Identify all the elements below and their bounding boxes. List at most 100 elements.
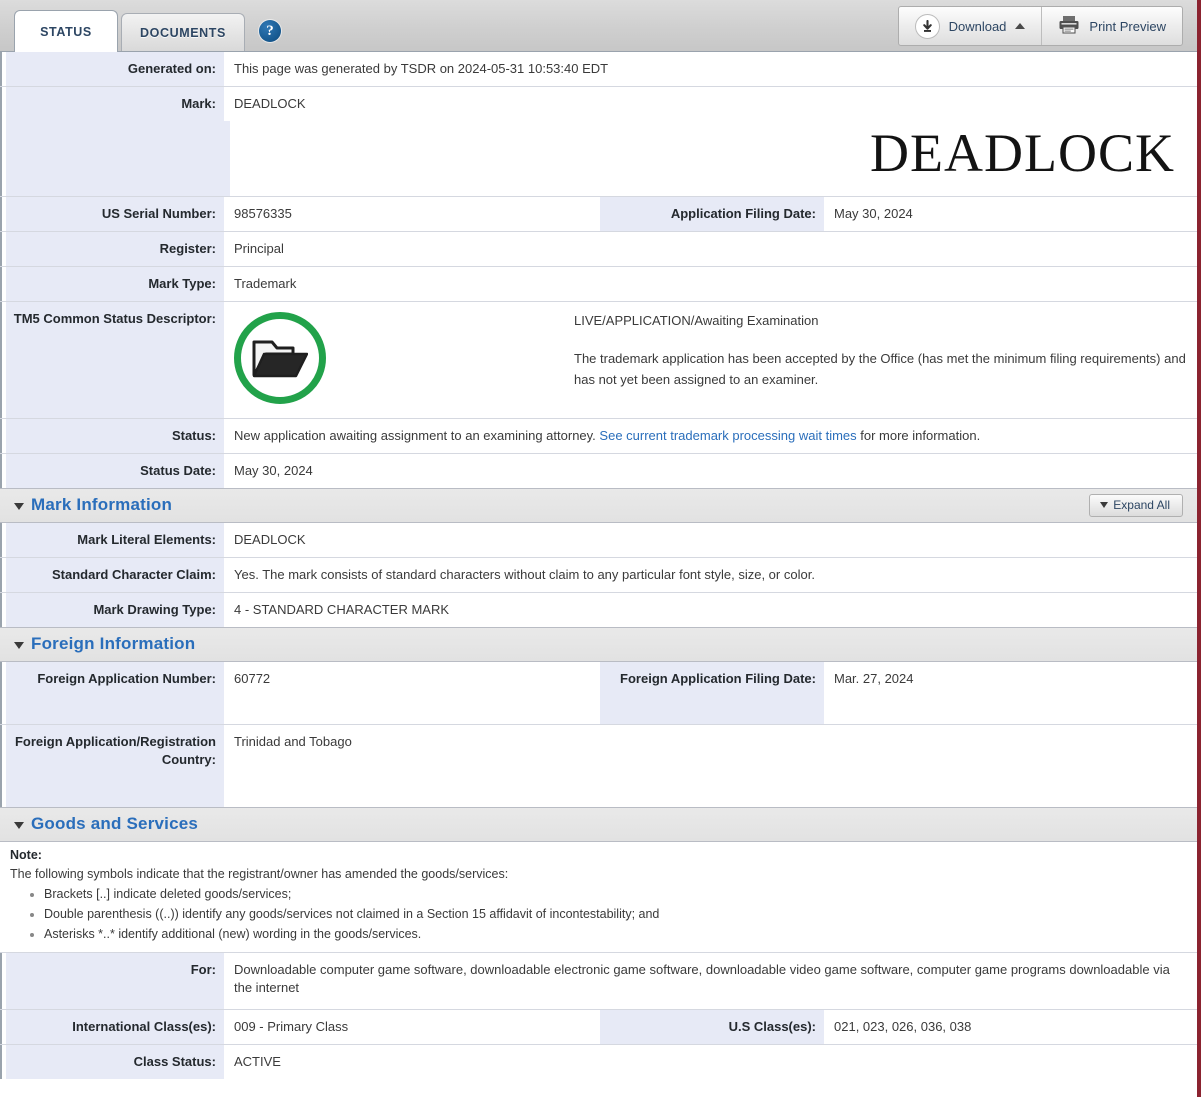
row-for: For: Downloadable computer game software… xyxy=(0,952,1197,1010)
section-foreign-information-title: Foreign Information xyxy=(31,633,196,653)
us-class-value: 021, 023, 026, 036, 038 xyxy=(824,1009,1197,1044)
mark-label: Mark: xyxy=(0,87,224,121)
tm5-value: LIVE/APPLICATION/Awaiting Examination Th… xyxy=(224,301,1197,418)
row-classes: International Class(es): 009 - Primary C… xyxy=(0,1009,1197,1045)
foreign-application-number-group: Foreign Application Number: 60772 xyxy=(0,661,600,724)
list-item: Double parenthesis ((..)) identify any g… xyxy=(44,904,1187,924)
mark-type-label: Mark Type: xyxy=(0,266,224,301)
row-mark: Mark: DEADLOCK xyxy=(0,87,1197,121)
print-preview-button[interactable]: Print Preview xyxy=(1041,7,1182,45)
row-mark-drawing-type: Mark Drawing Type: 4 - STANDARD CHARACTE… xyxy=(0,592,1197,627)
note-title: Note: xyxy=(10,847,42,862)
mark-information-fields: Mark Literal Elements: DEADLOCK Standard… xyxy=(0,522,1197,627)
row-status-date: Status Date: May 30, 2024 xyxy=(0,453,1197,488)
tab-status-label: STATUS xyxy=(40,24,92,39)
mark-drawing-type-label: Mark Drawing Type: xyxy=(0,592,224,627)
international-class-label: International Class(es): xyxy=(0,1009,224,1044)
list-item: Asterisks *..* identify additional (new)… xyxy=(44,924,1187,944)
register-value: Principal xyxy=(224,231,1197,266)
mark-image-label-spacer xyxy=(0,121,230,196)
list-item: Brackets [..] indicate deleted goods/ser… xyxy=(44,884,1187,904)
download-label: Download xyxy=(948,18,1007,34)
tm5-text: LIVE/APPLICATION/Awaiting Examination Th… xyxy=(574,310,1187,404)
foreign-information-fields: Foreign Application Number: 60772 Foreig… xyxy=(0,661,1197,807)
status-label: Status: xyxy=(0,418,224,453)
help-icon[interactable]: ? xyxy=(258,20,281,42)
serial-number-group: US Serial Number: 98576335 xyxy=(0,196,600,231)
mark-value: DEADLOCK xyxy=(224,87,1197,121)
row-mark-image: DEADLOCK xyxy=(0,121,1197,197)
foreign-application-filing-date-label: Foreign Application Filing Date: xyxy=(600,661,824,724)
row-class-status: Class Status: ACTIVE xyxy=(0,1044,1197,1079)
tm5-label: TM5 Common Status Descriptor: xyxy=(0,301,224,418)
row-foreign-country: Foreign Application/Registration Country… xyxy=(0,724,1197,807)
international-class-group: International Class(es): 009 - Primary C… xyxy=(0,1009,600,1044)
section-mark-information-title: Mark Information xyxy=(31,494,173,514)
status-text-post: for more information. xyxy=(856,427,981,443)
application-filing-date-value: May 30, 2024 xyxy=(824,196,1197,231)
mark-literal-elements-value: DEADLOCK xyxy=(224,522,1197,557)
row-generated-on: Generated on: This page was generated by… xyxy=(0,52,1197,87)
us-serial-number-label: US Serial Number: xyxy=(0,196,224,231)
generated-on-label: Generated on: xyxy=(0,52,224,86)
caret-up-icon xyxy=(1015,23,1026,29)
tm5-description: The trademark application has been accep… xyxy=(574,350,1186,387)
generated-on-value: This page was generated by TSDR on 2024-… xyxy=(224,52,1197,86)
for-label: For: xyxy=(0,952,224,1009)
download-arrow-icon xyxy=(914,13,940,39)
goods-services-fields: For: Downloadable computer game software… xyxy=(0,952,1197,1079)
note-lead: The following symbols indicate that the … xyxy=(10,866,509,881)
help-icon-glyph: ? xyxy=(266,22,274,39)
foreign-application-filing-date-value: Mar. 27, 2024 xyxy=(824,661,1197,724)
section-foreign-information[interactable]: Foreign Information xyxy=(0,626,1197,662)
download-button[interactable]: Download xyxy=(899,7,1042,45)
section-goods-and-services[interactable]: Goods and Services xyxy=(0,806,1197,842)
mark-image: DEADLOCK xyxy=(870,123,1175,183)
summary-fields: Generated on: This page was generated by… xyxy=(0,52,1197,488)
section-goods-and-services-title: Goods and Services xyxy=(31,813,199,833)
us-class-group: U.S Class(es): 021, 023, 026, 036, 038 xyxy=(600,1009,1197,1044)
processing-wait-times-link[interactable]: See current trademark processing wait ti… xyxy=(599,428,856,443)
row-tm5-common-status-descriptor: TM5 Common Status Descriptor: LIVE/APPLI… xyxy=(0,301,1197,419)
open-folder-icon xyxy=(234,311,326,404)
us-class-label: U.S Class(es): xyxy=(600,1009,824,1044)
mark-type-value: Trademark xyxy=(224,266,1197,301)
standard-character-claim-value: Yes. The mark consists of standard chara… xyxy=(224,557,1197,592)
chevron-down-icon xyxy=(1100,501,1109,508)
foreign-country-label: Foreign Application/Registration Country… xyxy=(0,724,224,807)
standard-character-claim-label: Standard Character Claim: xyxy=(0,557,224,592)
row-standard-character-claim: Standard Character Claim: Yes. The mark … xyxy=(0,557,1197,593)
page-toolbar: Download Print Preview xyxy=(897,6,1183,46)
row-mark-type: Mark Type: Trademark xyxy=(0,266,1197,302)
foreign-country-value: Trinidad and Tobago xyxy=(224,724,1197,807)
foreign-application-filing-date-group: Foreign Application Filing Date: Mar. 27… xyxy=(600,661,1197,724)
collapse-triangle-icon[interactable] xyxy=(14,821,24,829)
section-mark-information[interactable]: Mark Information Expand All xyxy=(0,487,1197,523)
row-mark-literal-elements: Mark Literal Elements: DEADLOCK xyxy=(0,522,1197,558)
print-preview-label: Print Preview xyxy=(1089,18,1166,34)
mark-drawing-type-value: 4 - STANDARD CHARACTER MARK xyxy=(224,592,1197,627)
foreign-application-number-label: Foreign Application Number: xyxy=(0,661,224,724)
expand-all-label: Expand All xyxy=(1113,497,1170,512)
international-class-value: 009 - Primary Class xyxy=(224,1009,600,1044)
tm5-icon-wrap xyxy=(234,310,574,404)
row-register: Register: Principal xyxy=(0,231,1197,267)
tab-list: STATUS DOCUMENTS xyxy=(14,10,245,52)
expand-all-button[interactable]: Expand All xyxy=(1089,493,1183,517)
collapse-triangle-icon[interactable] xyxy=(14,641,24,649)
status-date-value: May 30, 2024 xyxy=(224,453,1197,488)
tab-status[interactable]: STATUS xyxy=(14,10,118,52)
tab-documents[interactable]: DOCUMENTS xyxy=(121,13,245,51)
status-date-label: Status Date: xyxy=(0,453,224,488)
status-text-pre: New application awaiting assignment to a… xyxy=(234,427,600,443)
for-value: Downloadable computer game software, dow… xyxy=(224,952,1197,1009)
tm5-headline: LIVE/APPLICATION/Awaiting Examination xyxy=(574,312,819,328)
class-status-value: ACTIVE xyxy=(224,1044,1197,1079)
class-status-label: Class Status: xyxy=(0,1044,224,1079)
status-value: New application awaiting assignment to a… xyxy=(224,418,1197,453)
tab-documents-label: DOCUMENTS xyxy=(140,25,226,40)
collapse-triangle-icon[interactable] xyxy=(14,502,24,510)
printer-icon xyxy=(1058,15,1080,37)
tab-bar: STATUS DOCUMENTS ? Download Print Previe… xyxy=(0,0,1197,52)
application-filing-date-label: Application Filing Date: xyxy=(600,196,824,231)
